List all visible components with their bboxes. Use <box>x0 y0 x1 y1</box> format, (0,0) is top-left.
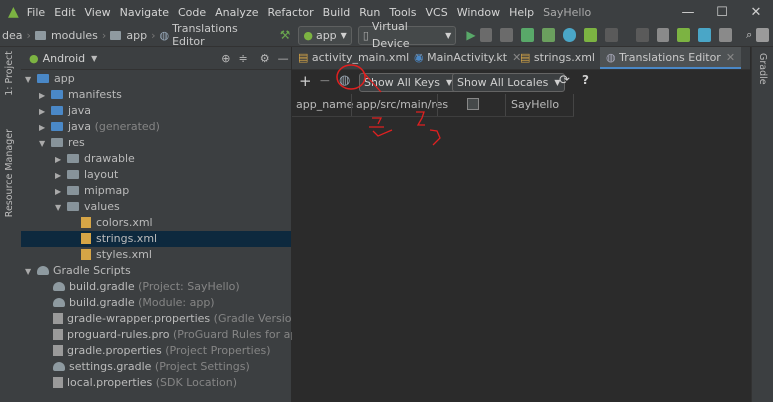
red-scribble-annotation <box>416 111 441 146</box>
red-circle-annotation <box>336 64 366 90</box>
red-arrow-annotation <box>362 71 382 93</box>
gradle-tool-label: Gradle <box>757 53 768 85</box>
gradle-tool-button[interactable]: Gradle <box>757 53 768 88</box>
red-annotation-overlay <box>336 64 441 146</box>
right-tool-stripe: Gradle <box>751 47 773 402</box>
red-scribble-annotation <box>369 117 393 137</box>
